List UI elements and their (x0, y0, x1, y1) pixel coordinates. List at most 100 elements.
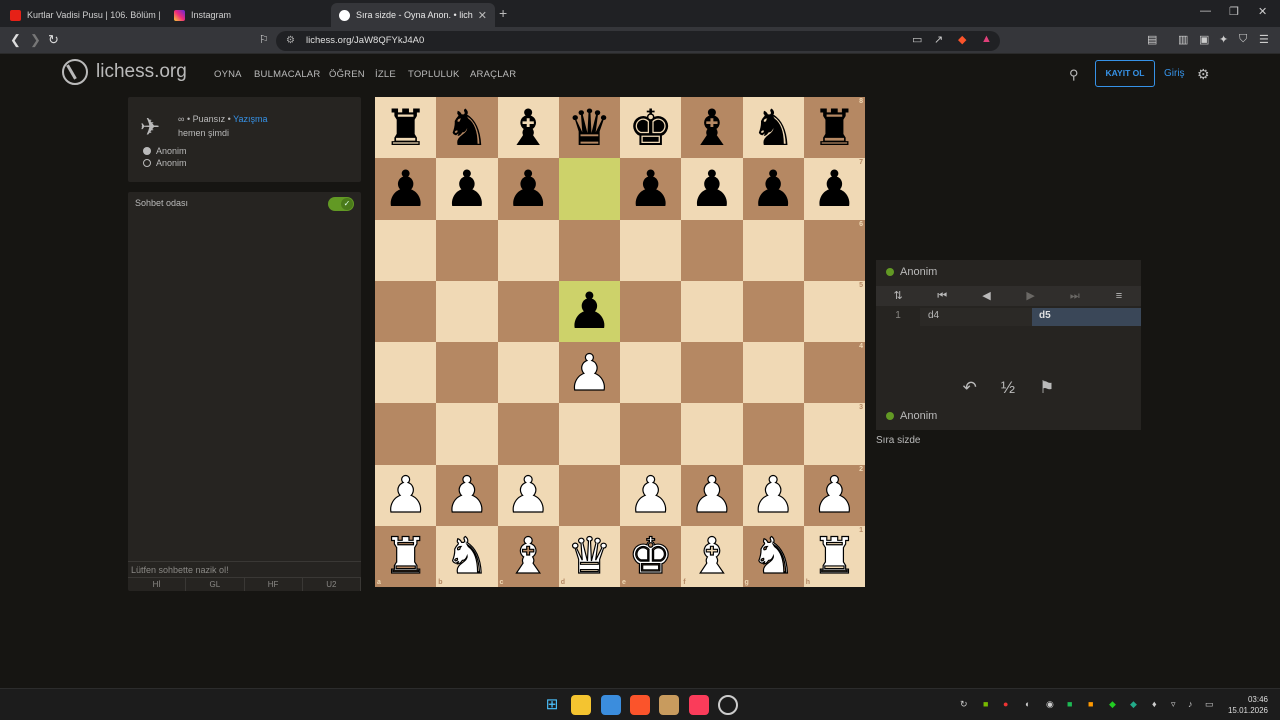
black-piece-icon[interactable]: ♞ (444, 103, 489, 153)
black-piece-icon[interactable]: ♟ (444, 164, 489, 214)
square-a3[interactable] (375, 403, 437, 465)
forward-icon[interactable]: ❯ (30, 32, 41, 48)
chess-board[interactable]: ♜ ♞ ♝ ♛ ♚ ♝ ♞ ♜ 8 ♟ ♟ ♟ ♟ ♟ ♟ ♟ 7 6 ♟ 5 ♟ 4 3 ♟ ♟ ♟ ♟ ♟ ♟ ♟ 2 ♜ a ♞ b ♝ c ♛ d ♚… (375, 97, 865, 587)
back-icon[interactable]: ❮ (10, 32, 21, 48)
preset-hf[interactable]: HF (245, 578, 303, 591)
reader-icon[interactable]: ▤ (1147, 33, 1157, 46)
white-piece-icon[interactable]: ♟ (383, 470, 429, 521)
resign-flag-icon[interactable]: ⚑ (1039, 378, 1054, 398)
tab-youtube[interactable]: Kurtlar Vadisi Pusu | 106. Bölüm | Yük (2, 3, 162, 27)
square-e4[interactable] (620, 342, 682, 404)
chatgpt-icon[interactable] (718, 695, 738, 715)
minimize-button[interactable]: — (1200, 5, 1211, 17)
menu-icon[interactable]: ☰ (1259, 33, 1269, 46)
cast-icon[interactable]: ▭ (912, 33, 922, 46)
square-f3[interactable] (681, 403, 743, 465)
square-b8[interactable]: ♞ (436, 97, 498, 159)
square-e5[interactable] (620, 280, 682, 342)
black-piece-icon[interactable]: ♟ (383, 164, 428, 214)
black-piece-icon[interactable]: ♟ (628, 164, 673, 214)
square-e2[interactable]: ♟ (620, 464, 682, 526)
square-g7[interactable]: ♟ (742, 158, 804, 220)
square-f6[interactable] (681, 219, 743, 281)
square-g5[interactable] (742, 280, 804, 342)
black-piece-icon[interactable]: ♞ (751, 103, 796, 153)
white-piece-icon[interactable]: ♚ (628, 531, 674, 582)
reload-icon[interactable]: ↻ (48, 32, 59, 48)
white-piece-icon[interactable]: ♟ (444, 470, 490, 521)
black-piece-icon[interactable]: ♝ (506, 103, 551, 153)
square-a2[interactable]: ♟ (375, 464, 437, 526)
white-piece-icon[interactable]: ♜ (811, 531, 857, 582)
close-window-button[interactable]: ✕ (1258, 5, 1267, 18)
leo-icon[interactable]: ✦ (1219, 33, 1228, 46)
tab-instagram[interactable]: Instagram (166, 3, 326, 27)
square-c8[interactable]: ♝ (497, 97, 559, 159)
square-a8[interactable]: ♜ (375, 97, 437, 159)
black-piece-icon[interactable]: ♟ (751, 164, 796, 214)
takeback-icon[interactable]: ↶ (963, 378, 977, 398)
variant-link[interactable]: Yazışma (233, 114, 267, 124)
white-piece-icon[interactable]: ♝ (689, 531, 735, 582)
square-e6[interactable] (620, 219, 682, 281)
square-h4[interactable]: 4 (803, 342, 865, 404)
bookmark-icon[interactable]: ⚐ (259, 33, 269, 46)
nav-play[interactable]: OYNA (214, 69, 242, 80)
nvidia-icon[interactable]: ■ (983, 699, 988, 709)
square-h3[interactable]: 3 (803, 403, 865, 465)
wifi-icon[interactable]: ▿ (1171, 699, 1176, 710)
white-piece-icon[interactable]: ♝ (505, 531, 551, 582)
black-piece-icon[interactable]: ♝ (689, 103, 734, 153)
tray-icon[interactable]: ◆ (1109, 699, 1116, 710)
white-move[interactable]: d4 (920, 308, 1032, 326)
next-move-icon[interactable]: ▶ (1009, 286, 1053, 306)
nav-watch[interactable]: İZLE (375, 69, 396, 80)
square-a7[interactable]: ♟ (375, 158, 437, 220)
square-c4[interactable] (497, 342, 559, 404)
player-white[interactable]: Anonim (143, 146, 187, 156)
nav-community[interactable]: TOPLULUK (408, 69, 460, 80)
nav-learn[interactable]: ÖĞREN (329, 69, 365, 80)
square-a1[interactable]: ♜ a (375, 525, 437, 587)
black-piece-icon[interactable]: ♟ (506, 164, 551, 214)
maximize-button[interactable]: ❐ (1229, 5, 1239, 18)
wallet-icon[interactable]: ▣ (1199, 33, 1209, 46)
square-d8[interactable]: ♛ (558, 97, 620, 159)
site-logo[interactable]: lichess.org (62, 59, 187, 85)
preset-gl[interactable]: GL (186, 578, 245, 591)
login-link[interactable]: Giriş (1164, 68, 1185, 79)
square-f8[interactable]: ♝ (681, 97, 743, 159)
file-explorer-icon[interactable] (571, 695, 591, 715)
square-h8[interactable]: ♜ 8 (803, 97, 865, 159)
square-a4[interactable] (375, 342, 437, 404)
square-a6[interactable] (375, 219, 437, 281)
start-button-icon[interactable]: ⊞ (542, 695, 562, 715)
square-h5[interactable]: 5 (803, 280, 865, 342)
black-piece-icon[interactable]: ♟ (567, 286, 612, 336)
tab-lichess[interactable]: Sıra sizde - Oyna Anon. • lich ✕ (331, 3, 495, 27)
nav-tools[interactable]: ARAÇLAR (470, 69, 516, 80)
white-piece-icon[interactable]: ♜ (383, 531, 429, 582)
white-piece-icon[interactable]: ♞ (750, 531, 796, 582)
new-tab-button[interactable]: + (499, 5, 507, 21)
square-f2[interactable]: ♟ (681, 464, 743, 526)
menu-icon[interactable]: ≡ (1097, 286, 1141, 306)
square-b6[interactable] (436, 219, 498, 281)
offer-draw-icon[interactable]: ½ (1001, 378, 1015, 398)
square-b7[interactable]: ♟ (436, 158, 498, 220)
square-c1[interactable]: ♝ c (497, 525, 559, 587)
square-f1[interactable]: ♝ f (681, 525, 743, 587)
square-g2[interactable]: ♟ (742, 464, 804, 526)
square-g6[interactable] (742, 219, 804, 281)
square-d2[interactable] (558, 464, 620, 526)
tray-icon[interactable]: ■ (1088, 699, 1093, 709)
close-tab-icon[interactable]: ✕ (478, 9, 487, 22)
white-piece-icon[interactable]: ♟ (689, 470, 735, 521)
square-f5[interactable] (681, 280, 743, 342)
square-c3[interactable] (497, 403, 559, 465)
tray-icon[interactable]: ● (1003, 699, 1008, 709)
signup-button[interactable]: KAYIT OL (1095, 60, 1155, 87)
square-d1[interactable]: ♛ d (558, 525, 620, 587)
square-a5[interactable] (375, 280, 437, 342)
square-b1[interactable]: ♞ b (436, 525, 498, 587)
